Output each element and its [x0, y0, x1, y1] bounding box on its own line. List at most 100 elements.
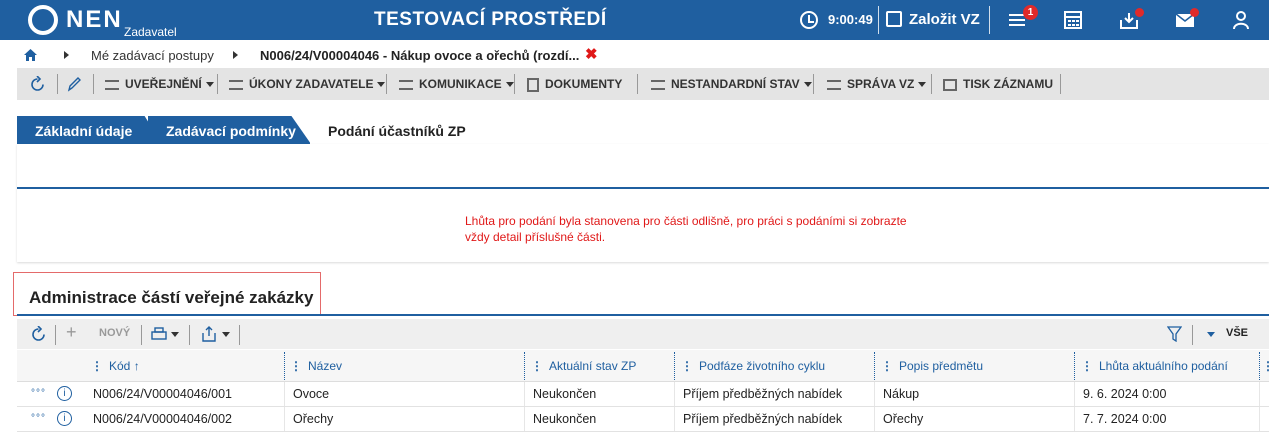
edit-icon[interactable] — [886, 11, 902, 27]
cell-lhuta: 9. 6. 2024 0:00 — [1083, 387, 1167, 401]
tab-zakladni-udaje[interactable]: Základní údaje — [17, 116, 162, 144]
grid-header: ⋮ Kód ↑ ⋮ Název ⋮ Aktuální stav ZP ⋮ Podfáze… — [17, 350, 1269, 382]
column-line — [674, 382, 675, 406]
cell-nazev: Ořechy — [293, 412, 334, 426]
environment-label: TESTOVACÍ PROSTŘEDÍ — [374, 9, 607, 30]
column-lhuta[interactable]: ⋮ Lhůta aktuálního podání — [1081, 359, 1228, 373]
column-divider[interactable] — [524, 352, 525, 380]
refresh-icon[interactable] — [30, 326, 47, 343]
list-icon — [651, 79, 665, 90]
list-icon — [229, 79, 243, 90]
filter-all-label[interactable]: VŠE — [1226, 327, 1248, 339]
column-more[interactable]: ⋮ — [1262, 359, 1269, 373]
more-icon[interactable]: °°° — [31, 388, 46, 399]
cell-popis: Nákup — [883, 387, 920, 401]
list-icon — [827, 79, 841, 90]
info-icon[interactable]: i — [57, 411, 72, 426]
panel-divider — [17, 187, 1269, 189]
action-toolbar: UVEŘEJNĚNÍ ÚKONY ZADAVATELE KOMUNIKACE D… — [17, 68, 1269, 100]
close-icon[interactable]: ✖ — [585, 45, 598, 63]
toolbar-divider — [55, 325, 56, 345]
filter-icon[interactable] — [1167, 326, 1182, 342]
document-icon — [527, 77, 539, 92]
column-line — [1074, 382, 1075, 406]
inbox-alert-dot — [1135, 8, 1144, 17]
column-nazev[interactable]: ⋮ Název — [290, 359, 342, 373]
table-row[interactable]: °°° i N006/24/V00004046/002 Ořechy Neuko… — [17, 407, 1269, 432]
column-divider[interactable] — [1259, 352, 1260, 380]
column-aktualni-stav[interactable]: ⋮ Aktuální stav ZP — [531, 359, 636, 373]
printer-icon — [943, 78, 957, 91]
menu-nestandardni-stav[interactable]: NESTANDARDNÍ STAV — [651, 77, 812, 91]
column-line — [524, 407, 525, 431]
cell-lhuta: 7. 7. 2024 0:00 — [1083, 412, 1167, 426]
cell-podfaze: Příjem předběžných nabídek — [683, 387, 843, 401]
info-icon[interactable]: i — [57, 386, 72, 401]
table-row[interactable]: °°° i N006/24/V00004046/001 Ovoce Neukon… — [17, 382, 1269, 407]
cell-kod[interactable]: N006/24/V00004046/002 — [93, 412, 232, 426]
print-record-button[interactable]: TISK ZÁZNAMU — [943, 77, 1053, 91]
cell-stav: Neukončen — [533, 387, 597, 401]
grid-toolbar: + NOVÝ VŠE — [17, 319, 1269, 349]
toolbar-divider — [1060, 74, 1061, 94]
toolbar-divider — [93, 74, 94, 94]
notice-panel: Lhůta pro podání byla stanovena pro část… — [17, 144, 1269, 262]
cell-stav: Neukončen — [533, 412, 597, 426]
notification-badge: 1 — [1023, 5, 1038, 20]
toolbar-divider — [813, 74, 814, 94]
column-divider[interactable] — [674, 352, 675, 380]
plus-icon[interactable]: + — [66, 322, 77, 343]
home-icon[interactable] — [24, 49, 37, 61]
deadline-notice: Lhůta pro podání byla stanovena pro část… — [465, 214, 907, 244]
logo-circle-icon[interactable] — [28, 5, 58, 35]
column-line — [284, 407, 285, 431]
cell-popis: Ořechy — [883, 412, 924, 426]
column-line — [1074, 407, 1075, 431]
toolbar-divider — [386, 74, 387, 94]
column-line — [874, 382, 875, 406]
menu-dokumenty[interactable]: DOKUMENTY — [527, 77, 622, 92]
parts-section: Administrace částí veřejné zakázky + NOV… — [13, 272, 1269, 448]
column-podfaze[interactable]: ⋮ Podfáze životního cyklu — [681, 359, 825, 373]
column-popis[interactable]: ⋮ Popis předmětu — [881, 359, 983, 373]
create-vz-button[interactable]: Založit VZ — [909, 11, 980, 28]
column-divider[interactable] — [874, 352, 875, 380]
column-line — [1259, 407, 1260, 431]
chevron-down-icon[interactable] — [222, 332, 230, 337]
header-divider — [989, 6, 990, 34]
menu-ukony-zadavatele[interactable]: ÚKONY ZADAVATELE — [229, 77, 386, 91]
breadcrumb: Mé zadávací postupy N006/24/V00004046 - … — [0, 40, 1269, 68]
tab-podani-ucastniku[interactable]: Podání účastníků ZP — [310, 116, 496, 144]
menu-uverejneni[interactable]: UVEŘEJNĚNÍ — [105, 77, 214, 91]
menu-komunikace[interactable]: KOMUNIKACE — [399, 77, 514, 91]
chevron-down-icon[interactable] — [171, 332, 179, 337]
toolbar-divider — [57, 74, 58, 94]
chevron-right-icon — [64, 51, 69, 59]
breadcrumb-my-procedures[interactable]: Mé zadávací postupy — [91, 48, 214, 63]
logo-text[interactable]: NEN — [66, 6, 123, 34]
list-icon — [105, 79, 119, 90]
calculator-icon[interactable] — [1063, 10, 1083, 30]
column-line — [874, 407, 875, 431]
column-divider[interactable] — [284, 352, 285, 380]
cell-kod[interactable]: N006/24/V00004046/001 — [93, 387, 232, 401]
more-icon[interactable]: °°° — [31, 413, 46, 424]
pencil-icon[interactable] — [67, 76, 81, 92]
export-icon[interactable] — [201, 326, 217, 342]
tab-zadavaci-podminky[interactable]: Zadávací podmínky — [148, 116, 311, 144]
breadcrumb-current[interactable]: N006/24/V00004046 - Nákup ovoce a ořechů… — [260, 48, 579, 63]
column-divider[interactable] — [1074, 352, 1075, 380]
toolbar-divider — [1192, 325, 1193, 345]
print-icon[interactable] — [151, 327, 167, 342]
toolbar-divider — [637, 74, 638, 94]
user-icon[interactable] — [1231, 10, 1251, 30]
refresh-icon[interactable] — [29, 76, 46, 93]
clock-icon — [800, 11, 818, 29]
column-line — [1259, 382, 1260, 406]
chevron-right-icon — [233, 51, 238, 59]
menu-sprava-vz[interactable]: SPRÁVA VZ — [827, 77, 927, 91]
session-timer: 9:00:49 — [828, 12, 873, 27]
column-kod[interactable]: ⋮ Kód ↑ — [91, 359, 140, 373]
chevron-down-icon[interactable] — [1207, 332, 1215, 337]
new-button[interactable]: NOVÝ — [99, 327, 130, 339]
